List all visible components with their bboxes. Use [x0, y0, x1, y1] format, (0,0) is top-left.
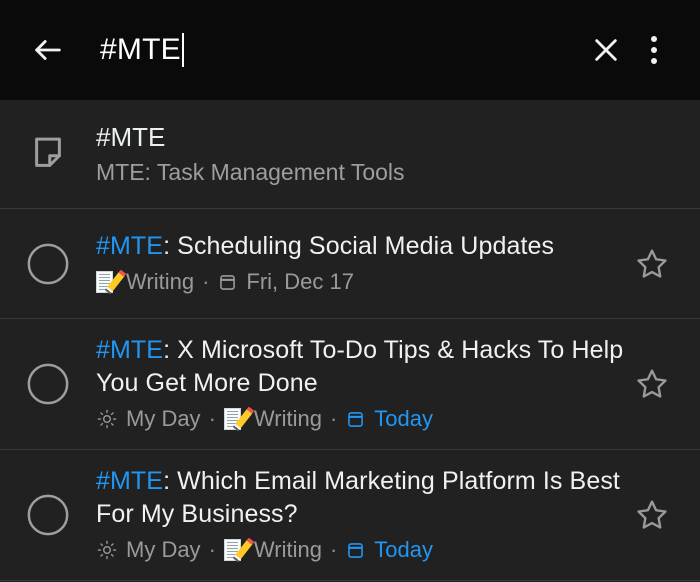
task-tag: #MTE [96, 336, 164, 364]
task-meta-list: Writing [223, 535, 322, 565]
task-meta-myday: My Day [96, 404, 201, 434]
task-star-button[interactable] [624, 365, 680, 403]
task-title-text: : Which Email Marketing Platform Is Best… [96, 467, 620, 528]
suggestion-text: #MTE MTE: Task Management Tools [96, 116, 624, 192]
task-meta: Writing · Fri, Dec 17 [96, 267, 624, 297]
search-results-list: #MTE MTE: Task Management Tools #MTE: Sc… [0, 100, 700, 581]
task-content: #MTE: Scheduling Social Media Updates Wr… [96, 226, 624, 301]
star-outline-icon [633, 245, 671, 283]
task-meta-due: Today [345, 535, 433, 565]
calendar-icon [217, 272, 238, 293]
task-content: #MTE: Which Email Marketing Platform Is … [96, 461, 624, 569]
search-input[interactable]: #MTE [72, 33, 582, 67]
task-row[interactable]: #MTE: X Microsoft To-Do Tips & Hacks To … [0, 319, 700, 450]
sun-icon [96, 408, 118, 430]
task-meta-label-myday: My Day [126, 406, 201, 431]
meta-separator: · [208, 537, 216, 562]
task-meta-list: Writing [96, 267, 194, 297]
task-meta-label-list: Writing [253, 537, 322, 562]
back-button[interactable] [24, 26, 72, 74]
task-row[interactable]: #MTE: Scheduling Social Media Updates Wr… [0, 209, 700, 319]
task-meta-label-list: Writing [253, 406, 322, 431]
task-star-button[interactable] [624, 245, 680, 283]
task-title: #MTE: Which Email Marketing Platform Is … [96, 465, 624, 531]
calendar-icon [345, 409, 366, 430]
task-meta-label-myday: My Day [126, 537, 201, 562]
meta-separator: · [329, 406, 338, 431]
memo-emoji [223, 537, 255, 563]
close-icon [590, 34, 622, 66]
meta-separator: · [208, 406, 216, 431]
task-star-button[interactable] [624, 496, 680, 534]
star-outline-icon [633, 365, 671, 403]
meta-separator: · [202, 269, 210, 294]
more-vert-icon [651, 36, 657, 64]
task-meta-label-due: Today [374, 406, 433, 431]
task-meta-due: Fri, Dec 17 [217, 267, 354, 297]
unchecked-circle-icon [25, 241, 71, 287]
search-app-bar: #MTE [0, 0, 700, 100]
list-item-suggestion[interactable]: #MTE MTE: Task Management Tools [0, 100, 700, 209]
task-meta-myday: My Day [96, 535, 201, 565]
task-tag: #MTE [96, 467, 164, 495]
calendar-icon [345, 540, 366, 561]
task-checkbox[interactable] [0, 241, 96, 287]
task-checkbox[interactable] [0, 361, 96, 407]
search-input-value: #MTE [100, 33, 181, 66]
task-checkbox[interactable] [0, 492, 96, 538]
memo-emoji [96, 269, 127, 295]
suggestion-icon-slot [0, 133, 96, 175]
sun-icon [96, 539, 118, 561]
task-meta-label-due: Today [374, 537, 433, 562]
suggestion-subtitle: MTE: Task Management Tools [96, 159, 405, 185]
text-cursor [181, 33, 184, 67]
unchecked-circle-icon [25, 492, 71, 538]
task-meta-label-due: Fri, Dec 17 [246, 269, 354, 294]
memo-emoji [223, 406, 255, 432]
task-meta-due: Today [345, 404, 433, 434]
task-meta-label-list: Writing [126, 269, 195, 294]
star-outline-icon [633, 496, 671, 534]
task-title: #MTE: X Microsoft To-Do Tips & Hacks To … [96, 334, 624, 400]
task-row[interactable]: #MTE: Which Email Marketing Platform Is … [0, 450, 700, 581]
overflow-menu-button[interactable] [630, 26, 678, 74]
unchecked-circle-icon [25, 361, 71, 407]
task-meta: My Day · Writing · Today [96, 404, 624, 434]
suggestion-title: #MTE [96, 122, 166, 152]
arrow-back-icon [31, 33, 65, 67]
task-title-text: : X Microsoft To-Do Tips & Hacks To Help… [96, 336, 624, 397]
task-tag: #MTE [96, 232, 164, 260]
note-icon [27, 133, 69, 175]
clear-search-button[interactable] [582, 26, 630, 74]
task-title-text: : Scheduling Social Media Updates [163, 232, 555, 260]
task-title: #MTE: Scheduling Social Media Updates [96, 230, 624, 263]
meta-separator: · [329, 537, 338, 562]
task-meta-list: Writing [223, 404, 322, 434]
task-meta: My Day · Writing · Today [96, 535, 624, 565]
task-content: #MTE: X Microsoft To-Do Tips & Hacks To … [96, 330, 624, 438]
